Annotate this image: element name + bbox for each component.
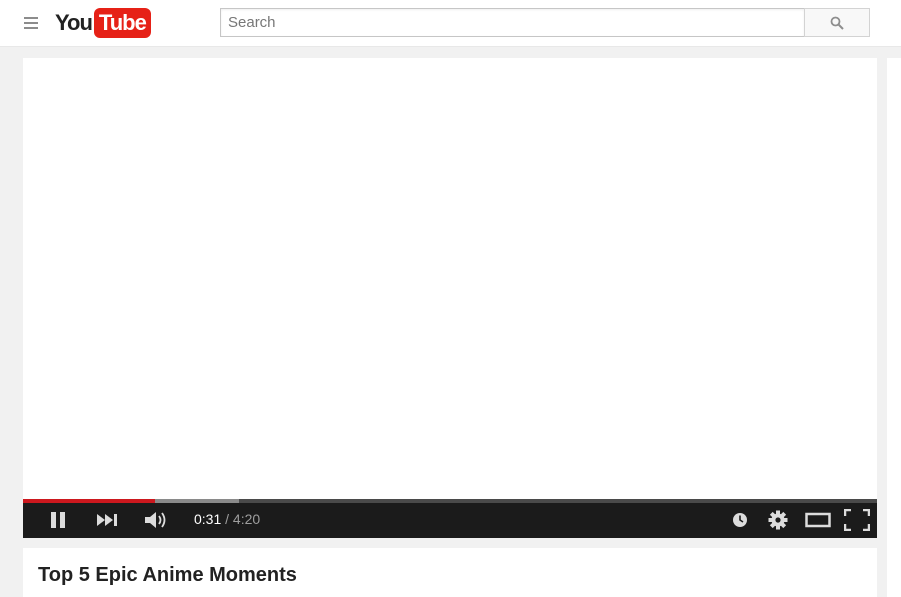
video-info: Top 5 Epic Anime Moments <box>23 548 877 597</box>
time-display: 0:31 / 4:20 <box>194 511 260 527</box>
pause-icon <box>51 512 65 528</box>
volume-button[interactable] <box>143 509 171 531</box>
logo-tube-text: Tube <box>93 8 151 38</box>
progress-played <box>23 499 156 503</box>
current-time: 0:31 <box>194 511 222 527</box>
settings-button[interactable] <box>767 509 789 531</box>
sidebar-panel <box>887 58 901 597</box>
fullscreen-button[interactable] <box>843 509 871 531</box>
youtube-logo[interactable]: You Tube <box>55 8 151 38</box>
duration: 4:20 <box>232 511 261 527</box>
watch-later-button[interactable] <box>730 509 750 531</box>
pause-button[interactable] <box>47 509 69 531</box>
time-separator: / <box>225 511 230 527</box>
fullscreen-icon <box>844 509 870 531</box>
search-button[interactable] <box>804 8 870 37</box>
logo-you-text: You <box>55 10 93 35</box>
search-icon <box>830 16 844 30</box>
player-controls: 0:31 / 4:20 <box>23 499 877 538</box>
video-player[interactable]: 0:31 / 4:20 <box>23 58 877 538</box>
hamburger-menu-icon[interactable] <box>24 17 38 29</box>
theater-mode-icon <box>805 512 831 528</box>
theater-mode-button[interactable] <box>804 509 832 531</box>
masthead: You Tube <box>0 0 901 47</box>
search-form <box>220 8 870 37</box>
next-icon <box>97 514 117 526</box>
volume-icon <box>145 512 166 528</box>
watch-later-icon <box>733 513 747 527</box>
video-title: Top 5 Epic Anime Moments <box>38 564 297 586</box>
next-button[interactable] <box>95 509 121 531</box>
settings-icon <box>768 510 788 530</box>
search-input[interactable] <box>220 8 804 37</box>
progress-bar[interactable] <box>23 499 877 503</box>
